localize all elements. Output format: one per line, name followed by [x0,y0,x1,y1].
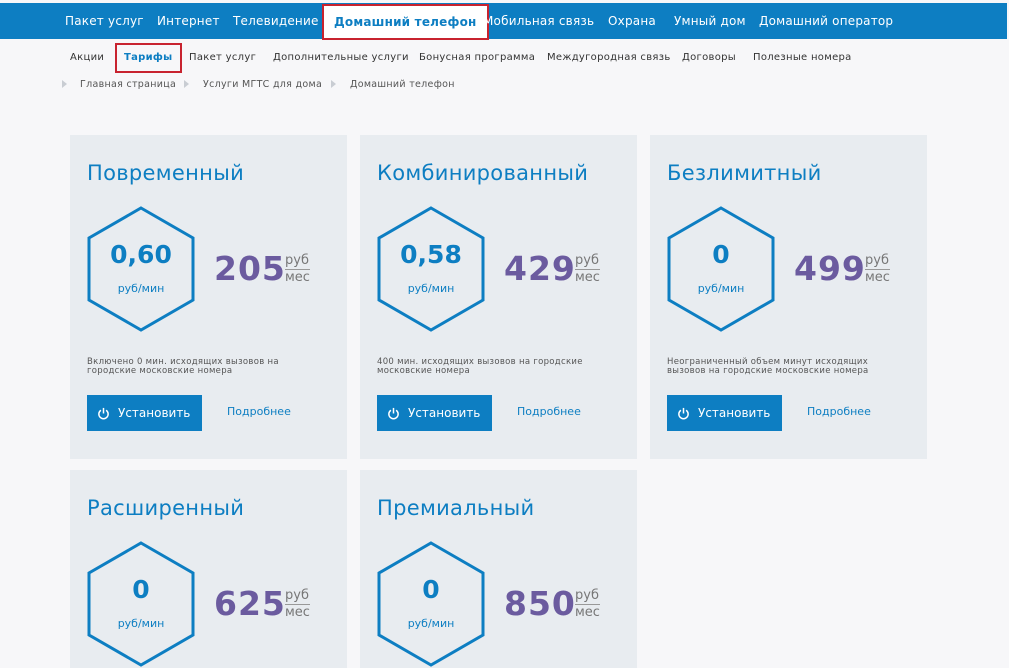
breadcrumb-current: Домашний телефон [350,79,455,90]
breadcrumb-home[interactable]: Главная страница [80,77,176,93]
rate-per-minute: 0 [132,575,150,604]
hexagon-icon [87,541,195,667]
rate-unit: руб/мин [407,282,455,295]
top-nav-internet[interactable]: Интернет [157,3,220,39]
more-link[interactable]: Подробнее [517,405,581,418]
price-unit-rub: руб [285,588,310,605]
rate-unit: руб/мин [697,282,745,295]
price-unit-month: мес [285,270,310,285]
tariff-title: Повременный [87,161,245,185]
monthly-price: 625 [214,584,286,623]
price-unit-rub: руб [865,253,890,270]
top-nav-home-operator[interactable]: Домашний оператор [759,3,893,39]
tariff-title: Расширенный [87,496,245,520]
sub-nav-promotions[interactable]: Акции [70,43,104,73]
rate-unit: руб/мин [117,617,165,630]
price-unit: руб мес [575,588,600,621]
price-unit-rub: руб [575,588,600,605]
price-unit-month: мес [865,270,890,285]
price-unit: руб мес [575,253,600,286]
sub-nav-services-package[interactable]: Пакет услуг [189,43,256,73]
tariff-card-kombinirovanny: Комбинированный 0,58 руб/мин 429 руб мес … [360,135,637,459]
price-unit: руб мес [285,588,310,621]
tariff-card-rasshirenny: Расширенный 0 руб/мин 625 руб мес [70,470,347,668]
sub-nav-useful-numbers[interactable]: Полезные номера [753,43,852,73]
hexagon-icon [377,541,485,667]
monthly-price: 205 [214,249,286,288]
monthly-price: 429 [504,249,576,288]
power-icon [678,407,689,419]
install-button[interactable]: Установить [87,395,202,431]
top-nav-home-phone[interactable]: Домашний телефон [322,4,489,40]
monthly-price: 499 [794,249,866,288]
tariff-description: Включено 0 мин. исходящих вызовов на гор… [87,357,279,376]
rate-per-minute: 0,60 [110,240,172,269]
tariff-card-premialny: Премиальный 0 руб/мин 850 руб мес [360,470,637,668]
more-link[interactable]: Подробнее [227,405,291,418]
rate-unit: руб/мин [407,617,455,630]
install-button-label: Установить [698,406,771,420]
price-unit-month: мес [285,605,310,620]
tariff-card-povremenny: Повременный 0,60 руб/мин 205 руб мес Вклю… [70,135,347,459]
top-nav-smart-home[interactable]: Умный дом [674,3,746,39]
rate-per-minute: 0 [712,240,730,269]
top-nav-tv[interactable]: Телевидение [233,3,319,39]
breadcrumb-arrow-icon [62,80,67,88]
top-nav-mobile[interactable]: Мобильная связь [483,3,594,39]
hexagon-icon [87,206,195,332]
price-unit-month: мес [575,605,600,620]
breadcrumb-mgts-home[interactable]: Услуги МГТС для дома [203,77,322,93]
sub-nav-bonus-program[interactable]: Бонусная программа [419,43,535,73]
top-nav-services-package[interactable]: Пакет услуг [65,3,144,39]
price-unit-month: мес [575,270,600,285]
rate-per-minute: 0,58 [400,240,462,269]
sub-nav-long-distance[interactable]: Междугородная связь [547,43,671,73]
tariff-title: Безлимитный [667,161,822,185]
tariff-description: Неограниченный объем минут исходящих выз… [667,357,869,376]
sub-nav-contracts[interactable]: Договоры [682,43,736,73]
tariff-card-bezlimitny: Безлимитный 0 руб/мин 499 руб мес Неогран… [650,135,927,459]
rate-per-minute: 0 [422,575,440,604]
monthly-price: 850 [504,584,576,623]
price-unit-rub: руб [285,253,310,270]
power-icon [388,407,399,419]
hexagon-icon [667,206,775,332]
breadcrumb-arrow-icon [184,80,189,88]
tariff-title: Комбинированный [377,161,589,185]
install-button[interactable]: Установить [377,395,492,431]
sub-nav-tariffs[interactable]: Тарифы [115,43,182,73]
sub-nav-additional-services[interactable]: Дополнительные услуги [273,43,409,73]
install-button-label: Установить [408,406,481,420]
hexagon-icon [377,206,485,332]
install-button[interactable]: Установить [667,395,782,431]
price-unit: руб мес [865,253,890,286]
breadcrumb-arrow-icon [331,80,336,88]
install-button-label: Установить [118,406,191,420]
top-navigation: Пакет услуг Интернет Телевидение Домашни… [0,3,1007,40]
more-link[interactable]: Подробнее [807,405,871,418]
power-icon [98,407,109,419]
rate-unit: руб/мин [117,282,165,295]
tariff-description: 400 мин. исходящих вызовов на городские … [377,357,583,376]
top-nav-security[interactable]: Охрана [608,3,656,39]
price-unit-rub: руб [575,253,600,270]
price-unit: руб мес [285,253,310,286]
tariff-title: Премиальный [377,496,535,520]
